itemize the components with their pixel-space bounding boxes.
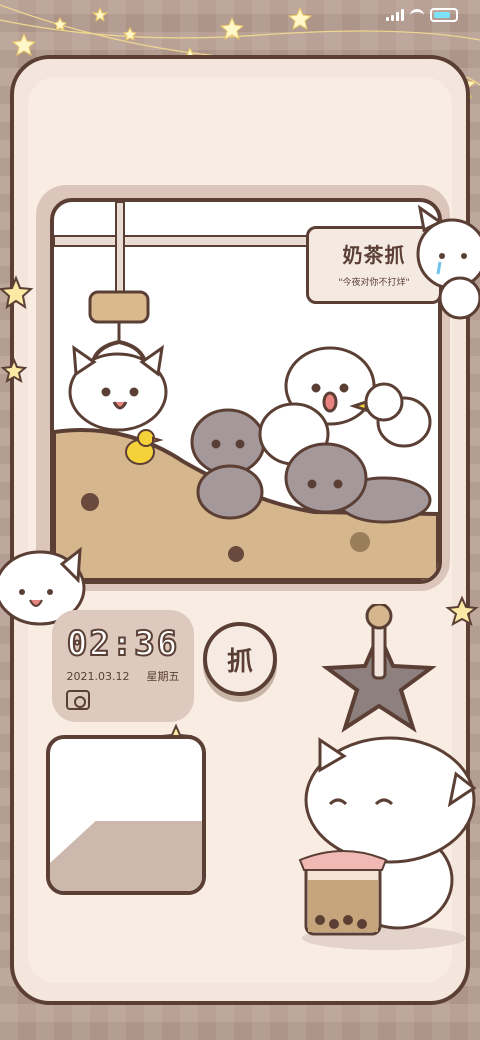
star-icon	[445, 595, 479, 627]
grab-button-label: 抓	[226, 646, 253, 677]
cat-with-boba-tea	[298, 736, 477, 950]
grab-button[interactable]: 抓	[203, 622, 277, 696]
clock-date: 2021.03.12 星期五	[52, 668, 194, 684]
photo-floor	[50, 821, 202, 891]
date-text: 2021.03.12	[66, 670, 130, 683]
weekday-text: 星期五	[146, 670, 180, 683]
photo-widget[interactable]	[46, 735, 206, 895]
clock-widget[interactable]: 02:36 2021.03.12 星期五	[52, 610, 194, 722]
camera-icon[interactable]	[66, 690, 90, 710]
star-icon	[0, 357, 28, 384]
star-icon	[0, 275, 34, 310]
joystick[interactable]	[313, 604, 445, 734]
clock-time: 02:36	[66, 623, 180, 665]
